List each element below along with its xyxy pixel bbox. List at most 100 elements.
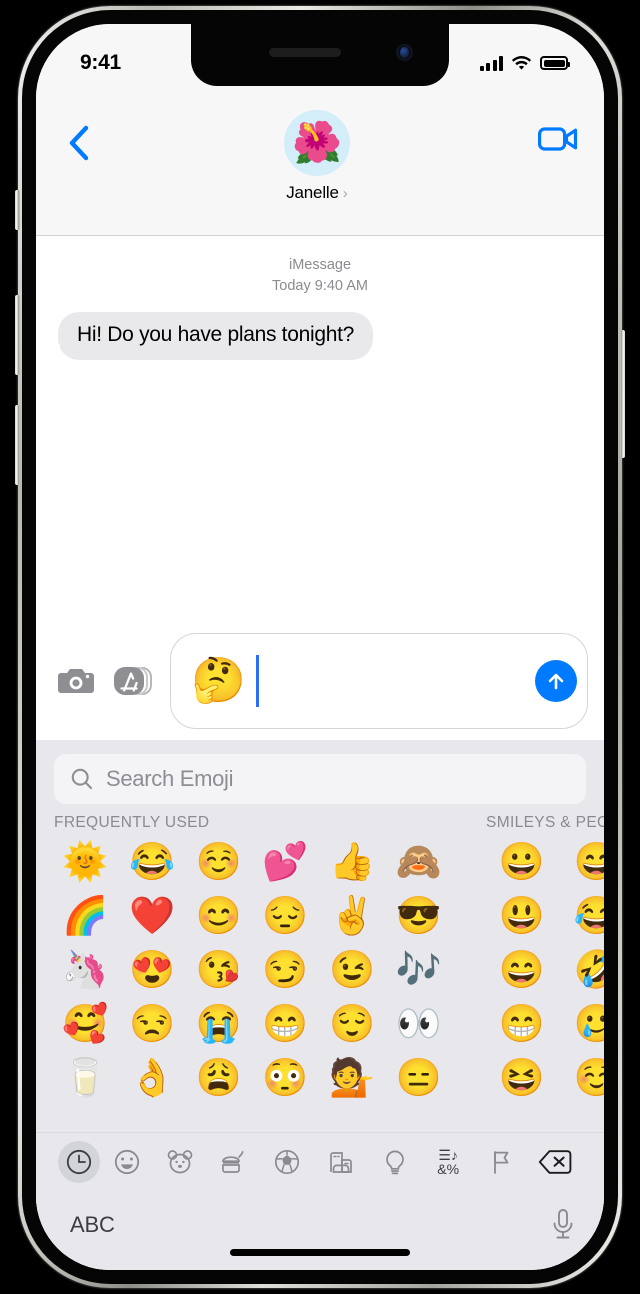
clock-icon	[65, 1148, 93, 1176]
emoji-key[interactable]: 👀	[385, 996, 452, 1050]
emoji-key[interactable]: 🌞	[52, 834, 119, 888]
activity-category[interactable]	[261, 1141, 315, 1183]
smiley-icon	[113, 1148, 141, 1176]
emoji-key[interactable]: 😆	[484, 1050, 559, 1104]
service-label: iMessage	[288, 257, 352, 273]
objects-category[interactable]	[368, 1141, 422, 1183]
conversation-nav-bar: 🌺 Janelle ›	[36, 86, 604, 236]
section-title-smileys-people: SMILEYS & PEOPLE	[486, 814, 604, 831]
emoji-key[interactable]: 🤣	[559, 942, 604, 996]
emoji-key[interactable]: 😘	[185, 942, 252, 996]
emoji-key[interactable]: 🥰	[52, 996, 119, 1050]
flags-category[interactable]	[475, 1141, 529, 1183]
travel-category[interactable]	[314, 1141, 368, 1183]
emoji-key[interactable]: 😍	[119, 942, 186, 996]
emoji-key[interactable]: 😃	[484, 888, 559, 942]
emoji-key[interactable]: 😏	[252, 942, 319, 996]
contact-row[interactable]: Janelle ›	[286, 183, 347, 203]
status-time: 9:41	[80, 51, 121, 74]
emoji-key[interactable]: ☺️	[559, 1050, 604, 1104]
emoji-key[interactable]: 😁	[252, 996, 319, 1050]
emoji-key[interactable]: 🎶	[385, 942, 452, 996]
microphone-icon[interactable]	[548, 1206, 578, 1244]
battery-icon	[540, 56, 570, 70]
volume-up-button[interactable]	[15, 405, 20, 485]
emoji-key[interactable]: 😂	[119, 834, 186, 888]
emoji-key[interactable]: 😀	[484, 834, 559, 888]
contact-name: Janelle	[286, 183, 339, 202]
emoji-section-frequently-used: FREQUENTLY USED 🌞 😂 ☺️ 💕 👍 🙈 🌈 ❤️ 😊 😔 ✌️ 😎 🦄 😍 😘 😏 😉 🎶 🥰 😒 😭…	[36, 812, 468, 1132]
emoji-key[interactable]: 👍	[319, 834, 386, 888]
emoji-section-smileys-people: SMILEYS & PEOPLE 😀😅😃😂😄🤣😁🥲😆☺️	[468, 812, 604, 1132]
emoji-key[interactable]: ❤️	[119, 888, 186, 942]
emoji-key[interactable]: 😊	[185, 888, 252, 942]
emoji-key[interactable]: 😅	[559, 834, 604, 888]
emoji-search-placeholder: Search Emoji	[106, 766, 234, 791]
facetime-button[interactable]	[538, 122, 578, 156]
emoji-grid-smileys-people[interactable]: 😀 😅 😃 😂 😄 🤣 😁 🥲 😆 ☺️	[484, 834, 604, 1104]
symbols-category[interactable]: ☰♪ &%	[421, 1141, 475, 1183]
phone-screen: 9:41 🌺 Janelle › iMessage Today 9:40 AM …	[36, 24, 604, 1270]
emoji-key[interactable]: 🦄	[52, 942, 119, 996]
screenshot-stage: 9:41 🌺 Janelle › iMessage Today 9:40 AM …	[0, 0, 640, 1294]
emoji-key[interactable]: 😎	[385, 888, 452, 942]
emoji-key[interactable]: 😒	[119, 996, 186, 1050]
emoji-key[interactable]: ☺️	[185, 834, 252, 888]
smileys-category[interactable]	[100, 1141, 154, 1183]
back-button[interactable]	[62, 124, 96, 162]
camera-button[interactable]	[54, 659, 98, 703]
emoji-key[interactable]: 😑	[385, 1050, 452, 1104]
delete-key[interactable]	[529, 1141, 583, 1183]
ringer-switch[interactable]	[15, 190, 20, 230]
message-text-field[interactable]: 🤔	[170, 633, 588, 729]
symbols-icon: ☰♪ &%	[437, 1146, 460, 1177]
emoji-key[interactable]: 😄	[484, 942, 559, 996]
message-bubble-incoming[interactable]: Hi! Do you have plans tonight?	[47, 312, 374, 361]
front-camera-icon	[396, 44, 413, 61]
emoji-keyboard: Search Emoji FREQUENTLY USED 🌞 😂 ☺️ 💕 👍 🙈 🌈 ❤️ 😊…	[36, 740, 604, 1270]
emoji-key[interactable]: 😌	[319, 996, 386, 1050]
emoji-key[interactable]: ✌️	[319, 888, 386, 942]
soccer-icon	[273, 1148, 301, 1176]
flag-icon	[488, 1148, 516, 1176]
search-icon	[71, 768, 93, 790]
emoji-search-wrap: Search Emoji	[36, 740, 604, 812]
emoji-key[interactable]: 🙈	[385, 834, 452, 888]
lightbulb-icon	[381, 1148, 409, 1176]
emoji-key[interactable]: 🥛	[52, 1050, 119, 1104]
composed-text: 🤔	[191, 656, 246, 705]
message-timestamp: Today 9:40 AM	[272, 277, 368, 294]
power-button[interactable]	[620, 330, 625, 458]
apps-button[interactable]	[112, 659, 156, 703]
back-chevron-icon	[69, 125, 89, 161]
emoji-key[interactable]: 😉	[319, 942, 386, 996]
animals-category[interactable]	[154, 1141, 208, 1183]
emoji-key[interactable]: 💕	[252, 834, 319, 888]
section-title-frequently-used: FREQUENTLY USED	[54, 814, 210, 831]
emoji-key[interactable]: 😳	[252, 1050, 319, 1104]
emoji-pages[interactable]: FREQUENTLY USED 🌞 😂 ☺️ 💕 👍 🙈 🌈 ❤️ 😊 😔 ✌️ 😎 🦄 😍 😘 😏 😉 🎶 🥰 😒 😭…	[36, 812, 604, 1132]
emoji-search-field[interactable]: Search Emoji	[54, 754, 586, 804]
emoji-key[interactable]: 🌈	[52, 888, 119, 942]
emoji-key[interactable]: 😩	[185, 1050, 252, 1104]
emoji-key[interactable]: 😔	[252, 888, 319, 942]
emoji-key[interactable]: 👌	[119, 1050, 186, 1104]
video-camera-icon	[538, 127, 578, 151]
food-icon	[220, 1148, 248, 1176]
message-meta: iMessage Today 9:40 AM	[36, 237, 604, 296]
emoji-category-bar[interactable]: ☰♪ &%	[36, 1132, 604, 1190]
abc-key[interactable]: ABC	[70, 1212, 115, 1238]
food-category[interactable]	[207, 1141, 261, 1183]
contact-header[interactable]: 🌺 Janelle ›	[284, 110, 350, 203]
send-button[interactable]	[535, 660, 577, 702]
emoji-key[interactable]: 😭	[185, 996, 252, 1050]
emoji-key[interactable]: 💁	[319, 1050, 386, 1104]
recents-category[interactable]	[58, 1140, 100, 1183]
volume-down-button[interactable]	[15, 295, 20, 375]
home-indicator[interactable]	[230, 1249, 410, 1256]
emoji-key[interactable]: 🥲	[559, 996, 604, 1050]
emoji-key[interactable]: 😁	[484, 996, 559, 1050]
camera-icon	[58, 669, 94, 693]
emoji-grid-frequently-used[interactable]: 🌞 😂 ☺️ 💕 👍 🙈 🌈 ❤️ 😊 😔 ✌️ 😎 🦄 😍 😘 😏 😉 🎶 🥰 😒 😭 😁 😌 👀 🥛 👌 😩 😳 💁 😑	[52, 834, 452, 1104]
emoji-key[interactable]: 😂	[559, 888, 604, 942]
